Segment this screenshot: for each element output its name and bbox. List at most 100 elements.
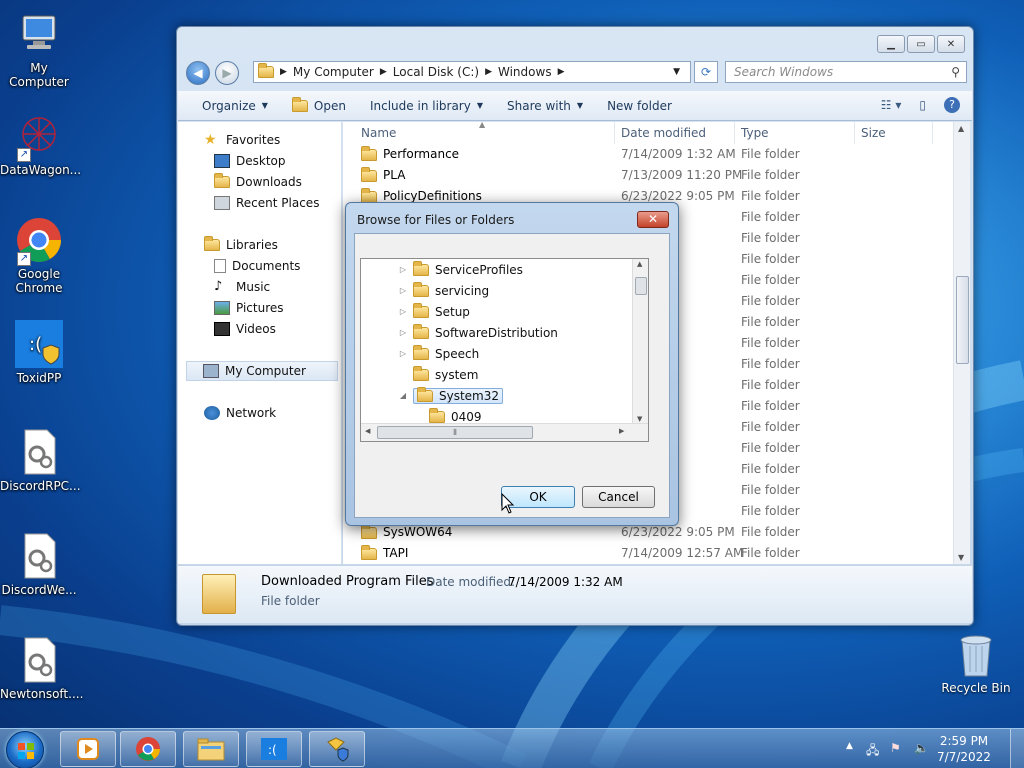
chevron-right-icon: ▶ <box>379 67 387 77</box>
taskbar-explorer[interactable] <box>183 731 239 767</box>
scroll-up-icon[interactable]: ▲ <box>637 260 642 268</box>
scroll-left-icon[interactable]: ◀ <box>365 427 370 435</box>
taskbar-toxidpp[interactable]: :( <box>246 731 302 767</box>
desktop-icon-label: Newtonsoft.... <box>0 687 84 701</box>
desktop-icon-toxidpp[interactable]: :( ToxidPP <box>0 320 78 385</box>
table-row[interactable]: PLA 7/13/2009 11:20 PM File folder <box>343 165 953 186</box>
tree-vertical-scrollbar[interactable]: ▲ ▼ <box>632 259 648 424</box>
nav-my-computer[interactable]: My Computer <box>186 361 338 381</box>
show-desktop-button[interactable] <box>1010 729 1024 768</box>
share-with-button[interactable]: Share with ▼ <box>507 99 583 113</box>
share-label: Share with <box>507 98 571 113</box>
nav-network[interactable]: Network <box>204 403 276 423</box>
gear-file-icon <box>15 532 63 580</box>
scroll-right-icon[interactable]: ▶ <box>619 427 624 435</box>
breadcrumb-item[interactable]: Local Disk (C:) <box>393 65 479 79</box>
show-hidden-icons[interactable]: ▲ <box>846 741 853 751</box>
tree-horizontal-scrollbar[interactable]: ◀ ⦀ ▶ <box>361 423 648 441</box>
help-icon[interactable]: ? <box>944 97 960 113</box>
search-input[interactable]: Search Windows ⚲ <box>725 61 967 83</box>
nav-videos[interactable]: Videos <box>214 319 276 339</box>
nav-libraries[interactable]: Libraries <box>204 235 278 255</box>
arrow-left-icon: ◀ <box>193 66 203 80</box>
tree-expander-icon[interactable]: ◢ <box>397 391 409 400</box>
column-label: Date modified <box>621 126 707 140</box>
nav-downloads[interactable]: Downloads <box>214 172 302 192</box>
folder-icon <box>361 523 377 539</box>
tree-node[interactable]: ◢ System32 <box>397 385 504 406</box>
tree-node[interactable]: ▷ ServiceProfiles <box>397 259 523 280</box>
tree-node[interactable]: ▷ Setup <box>397 301 470 322</box>
column-header-type[interactable]: Type <box>735 122 855 144</box>
scrollbar-thumb[interactable] <box>635 277 647 295</box>
network-tray-icon[interactable]: 🖧 <box>866 741 879 762</box>
tree-expander-icon[interactable]: ▷ <box>397 307 409 316</box>
back-button[interactable]: ◀ <box>186 61 210 85</box>
cancel-button[interactable]: Cancel <box>582 486 655 508</box>
breadcrumb-item[interactable]: Windows <box>498 65 552 79</box>
tree-node-selected: System32 <box>413 386 504 404</box>
open-button[interactable]: Open <box>291 96 346 113</box>
desktop-icon-datawagon[interactable]: ↗ DataWagon... <box>0 112 81 177</box>
desktop-icon-my-computer[interactable]: My Computer <box>0 10 78 89</box>
volume-icon[interactable]: 🔈 <box>914 741 929 755</box>
tree-expander-icon[interactable]: ▷ <box>397 265 409 274</box>
taskbar-media-player[interactable] <box>60 731 116 767</box>
nav-desktop[interactable]: Desktop <box>214 151 286 171</box>
desktop-icon-recycle-bin[interactable]: Recycle Bin <box>938 632 1014 695</box>
action-center-icon[interactable]: ⚑ <box>890 741 901 755</box>
maximize-button[interactable]: ▭ <box>907 35 935 53</box>
desktop-icon-discordrpc[interactable]: DiscordRPC... <box>0 428 81 493</box>
clock-time: 2:59 PM <box>939 734 989 748</box>
refresh-button[interactable]: ⟳ <box>694 61 718 83</box>
desktop-icon <box>214 154 230 168</box>
chrome-icon: ↗ <box>15 216 63 266</box>
tree-node[interactable]: ▷ SoftwareDistribution <box>397 322 558 343</box>
scroll-up-icon[interactable]: ▲ <box>958 124 964 133</box>
close-button[interactable]: ✕ <box>937 35 965 53</box>
tree-expander-icon[interactable]: ▷ <box>397 286 409 295</box>
tree-expander-icon[interactable]: ▷ <box>397 349 409 358</box>
type-cell: File folder <box>741 399 800 413</box>
forward-button[interactable]: ▶ <box>215 61 239 85</box>
taskbar-chrome[interactable] <box>120 731 176 767</box>
dialog-close-button[interactable]: ✕ <box>637 211 669 228</box>
vertical-scrollbar[interactable]: ▲ ▼ <box>953 122 970 564</box>
nav-music[interactable]: ♪ Music <box>214 277 270 297</box>
nav-pictures[interactable]: Pictures <box>214 298 284 318</box>
clock[interactable]: 2:59 PM 7/7/2022 <box>934 733 994 765</box>
nav-recent-places[interactable]: Recent Places <box>214 193 319 213</box>
scrollbar-thumb[interactable]: ⦀ <box>377 426 533 439</box>
scroll-down-icon[interactable]: ▼ <box>637 415 642 423</box>
scrollbar-thumb[interactable] <box>956 276 969 364</box>
column-header-size[interactable]: Size <box>855 122 933 144</box>
taskbar-installer[interactable] <box>309 731 365 767</box>
folder-tree[interactable]: ▷ ServiceProfiles ▷ servicing ▷ Setup ▷ Softwar… <box>360 258 649 442</box>
preview-pane-icon[interactable]: ▯ <box>919 98 926 112</box>
view-options-icon[interactable]: ☷ ▾ <box>881 98 902 112</box>
tree-expander-icon[interactable]: ▷ <box>397 328 409 337</box>
new-folder-button[interactable]: New folder <box>607 99 672 113</box>
minimize-button[interactable]: ▁ <box>877 35 905 53</box>
desktop-icon-discordwe[interactable]: DiscordWe... <box>0 532 78 597</box>
column-header-name[interactable]: Name ▲ <box>343 120 615 144</box>
table-row[interactable]: Performance 7/14/2009 1:32 AM File folder <box>343 144 953 165</box>
include-in-library-button[interactable]: Include in library ▼ <box>370 99 483 113</box>
column-header-date[interactable]: Date modified <box>615 122 735 144</box>
table-row[interactable]: TAPI 7/14/2009 12:57 AM File folder <box>343 543 953 564</box>
tree-node[interactable]: ▷ servicing <box>397 280 489 301</box>
tree-node[interactable]: system <box>397 364 478 385</box>
nav-favorites[interactable]: ★ Favorites <box>204 130 280 150</box>
address-bar[interactable]: ▶ My Computer ▶ Local Disk (C:) ▶ Window… <box>253 61 691 83</box>
start-button[interactable] <box>6 731 44 768</box>
organize-button[interactable]: Organize ▼ <box>202 99 268 113</box>
desktop-icon-chrome[interactable]: ↗ Google Chrome <box>0 216 78 295</box>
address-dropdown-icon[interactable]: ▼ <box>673 67 680 77</box>
nav-documents[interactable]: Documents <box>214 256 300 276</box>
browse-dialog[interactable]: Browse for Files or Folders ✕ ▷ ServicePr… <box>345 202 679 526</box>
mouse-cursor-icon <box>501 493 515 514</box>
breadcrumb-item[interactable]: My Computer <box>293 65 374 79</box>
scroll-down-icon[interactable]: ▼ <box>958 553 964 562</box>
desktop-icon-newtonsoft[interactable]: Newtonsoft.... <box>0 636 84 701</box>
tree-node[interactable]: ▷ Speech <box>397 343 479 364</box>
